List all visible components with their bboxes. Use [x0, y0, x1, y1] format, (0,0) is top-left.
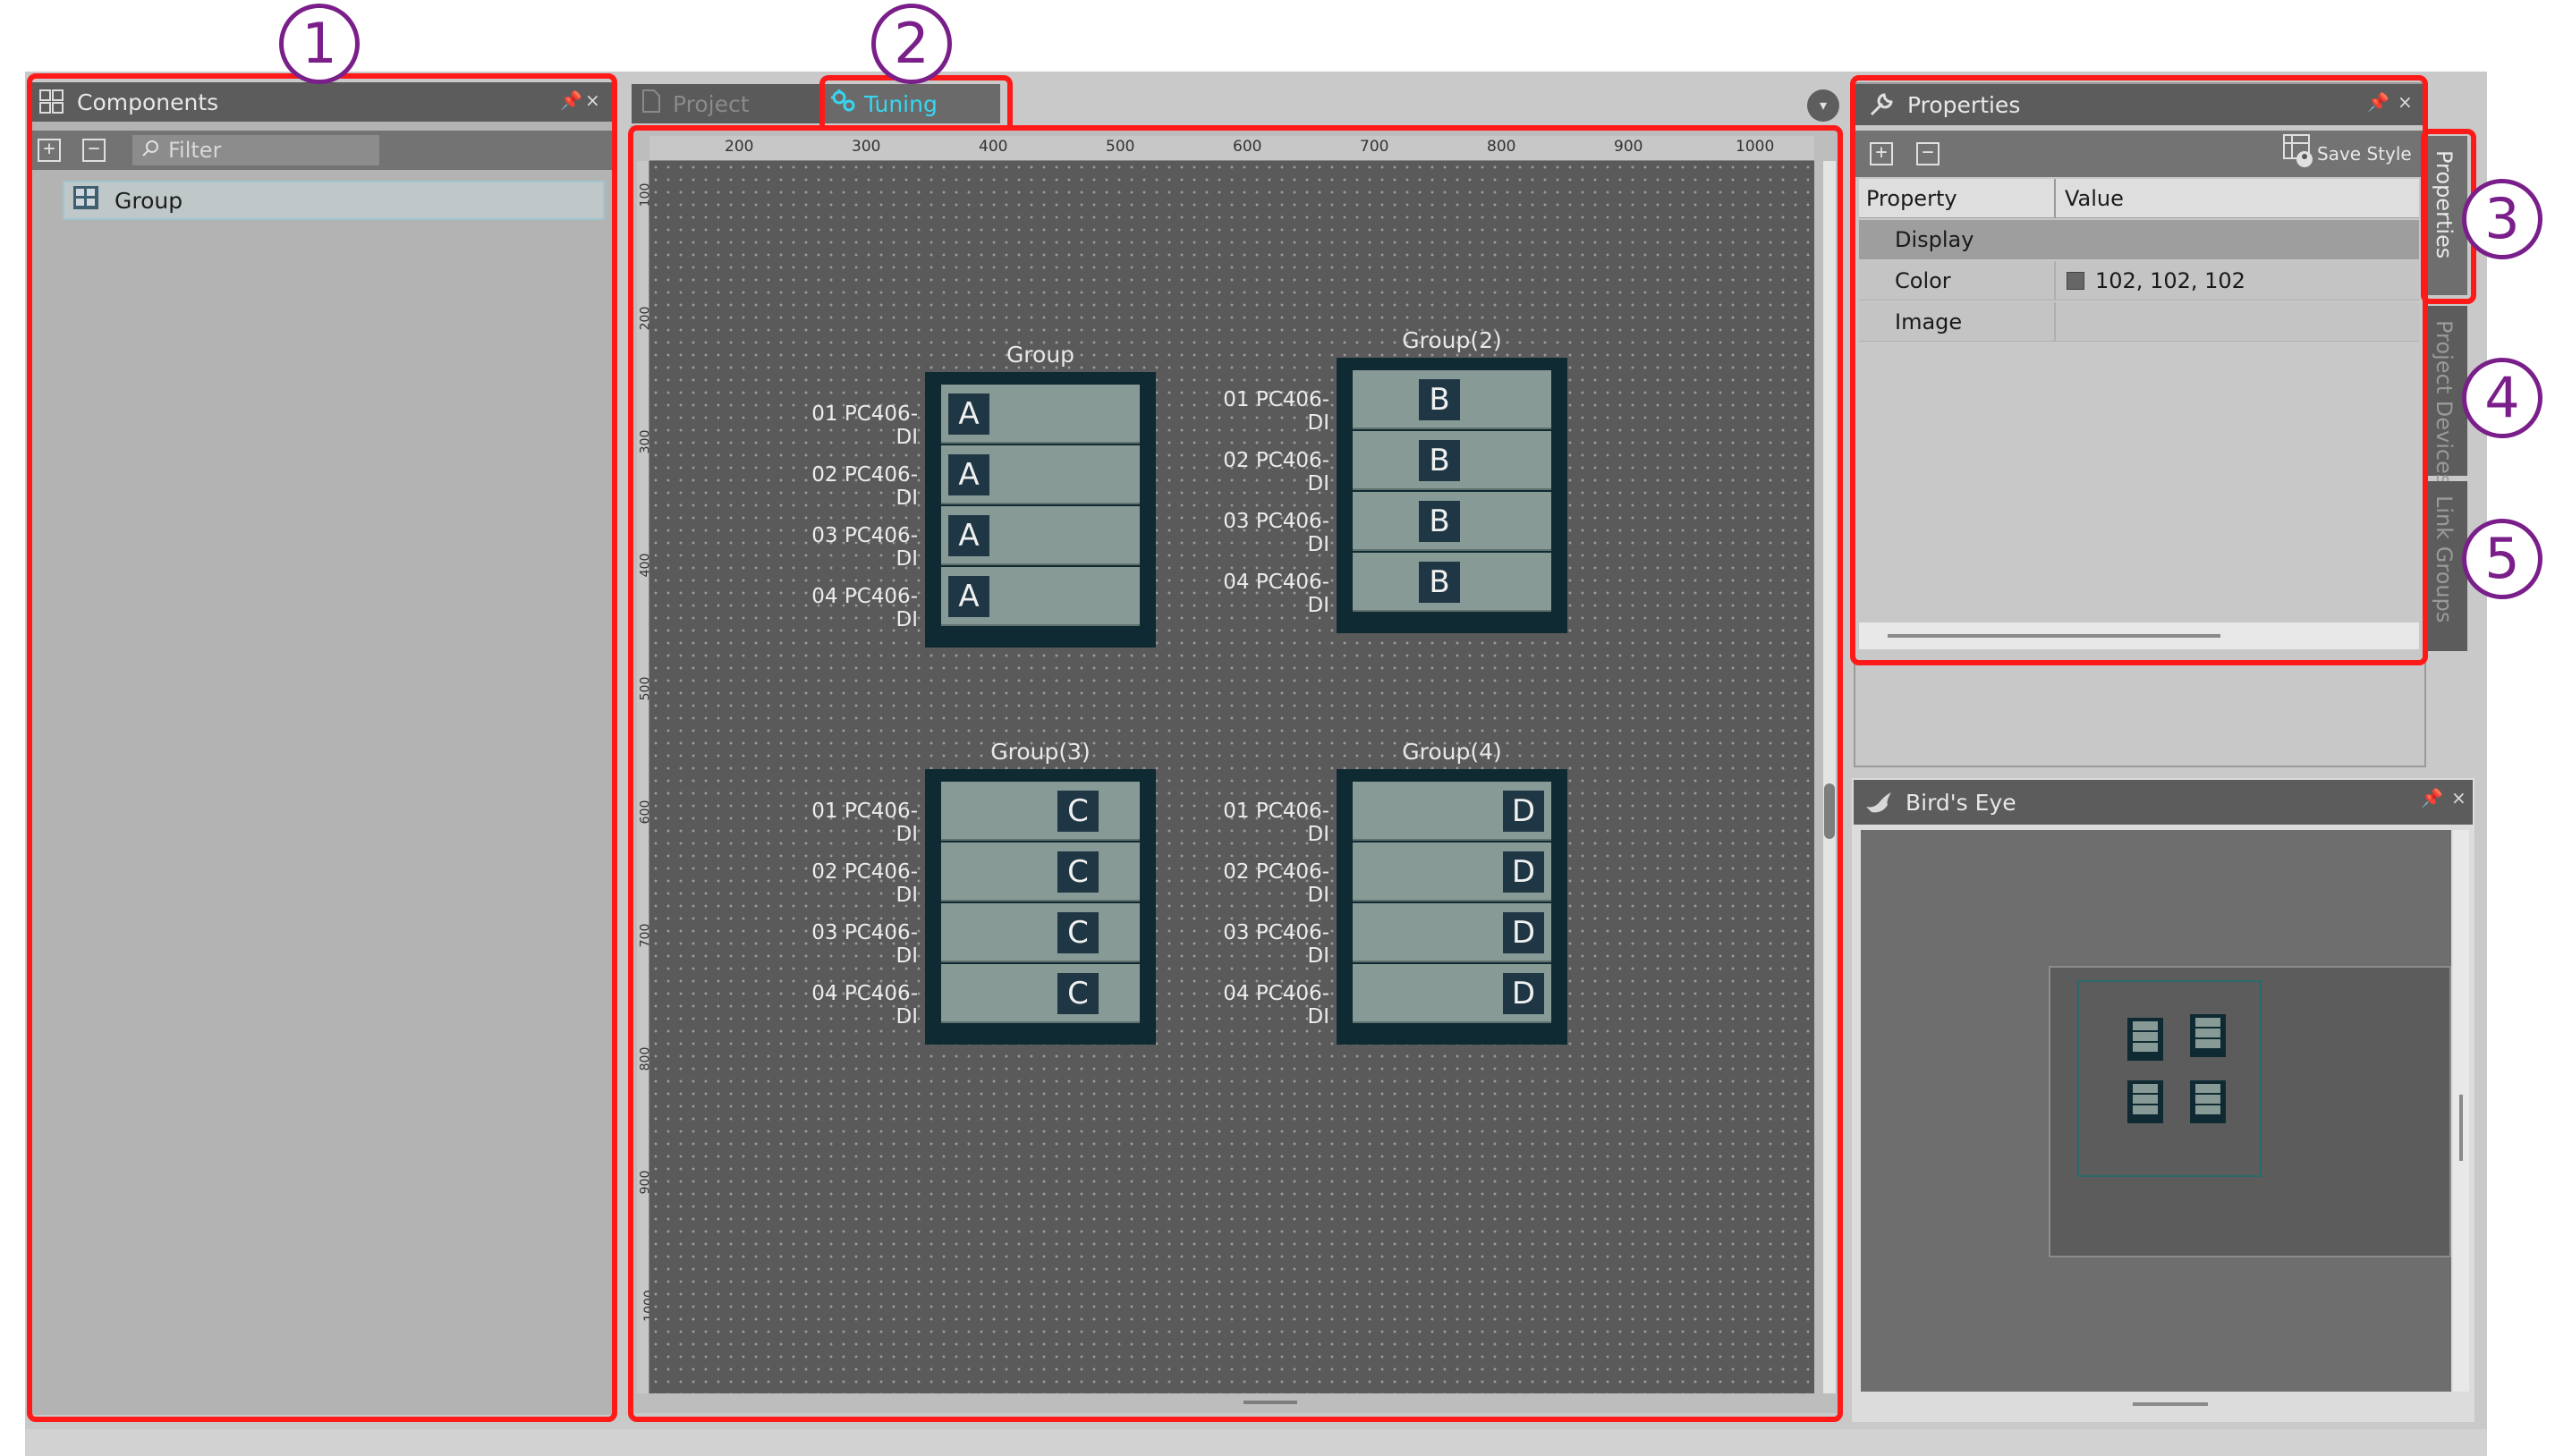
callout-5: 5	[2462, 519, 2542, 599]
birds-eye-vscroll-thumb[interactable]	[2459, 1095, 2463, 1161]
bird-icon	[1864, 789, 1893, 821]
side-tab-link-groups[interactable]: Link Groups	[2426, 481, 2467, 651]
callout-2: 2	[871, 4, 952, 84]
highlight-box-3	[1850, 75, 2428, 665]
close-icon[interactable]: ×	[2451, 787, 2466, 808]
birds-eye-title: Bird's Eye	[1906, 789, 2016, 816]
mini-group	[2190, 1014, 2226, 1057]
callout-1: 1	[279, 4, 360, 84]
mini-group	[2127, 1018, 2163, 1061]
birds-eye-header: Bird's Eye 📌 ×	[1854, 780, 2473, 825]
highlight-box-2	[628, 125, 1843, 1422]
birds-eye-resize-handle[interactable]	[2133, 1402, 2208, 1406]
mini-group	[2190, 1080, 2226, 1123]
birds-eye-viewport[interactable]	[2077, 980, 2262, 1177]
pin-icon[interactable]: 📌	[2421, 787, 2443, 808]
status-bar	[25, 1429, 2487, 1456]
tab-label: Project	[673, 90, 750, 117]
tabs-dropdown-button[interactable]: ▾	[1807, 89, 1839, 122]
document-icon	[642, 89, 660, 118]
mini-group	[2127, 1080, 2163, 1123]
callout-4: 4	[2462, 358, 2542, 438]
tab-project[interactable]: Project	[632, 84, 821, 123]
callout-3: 3	[2462, 179, 2542, 259]
birds-eye-vscroll[interactable]	[2453, 830, 2469, 1392]
side-tab-project-devices[interactable]: Project Devices	[2426, 306, 2467, 485]
highlight-box-1	[27, 73, 617, 1422]
side-tab-label: Link Groups	[2432, 495, 2457, 623]
side-tab-label: Project Devices	[2432, 320, 2457, 486]
